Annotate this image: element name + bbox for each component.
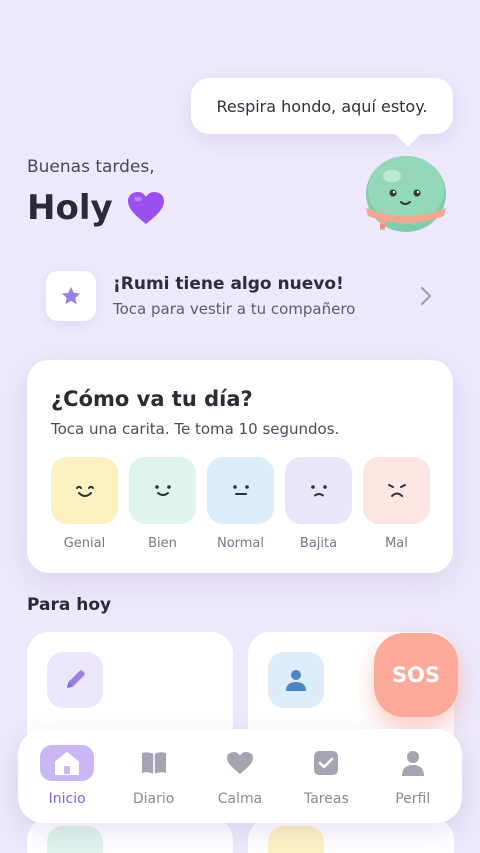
nav-item-perfil[interactable]: Perfil bbox=[373, 745, 453, 807]
nav-item-diario[interactable]: Diario bbox=[114, 745, 194, 807]
mood-label: Genial bbox=[63, 536, 106, 551]
nav-label: Tareas bbox=[303, 791, 349, 807]
checkbox-icon bbox=[299, 745, 353, 781]
home-icon bbox=[40, 745, 95, 781]
mood-label: Normal bbox=[216, 536, 265, 551]
book-icon bbox=[127, 745, 181, 781]
user-name: Holy bbox=[27, 188, 113, 228]
sos-button[interactable]: SOS bbox=[374, 633, 458, 717]
nav-label: Inicio bbox=[48, 791, 86, 807]
neutral-face-icon[interactable] bbox=[207, 457, 274, 524]
nav-item-calma[interactable]: Calma bbox=[200, 745, 280, 807]
mood-option-bien[interactable]: Bien bbox=[129, 457, 196, 551]
greeting-salutation: Buenas tardes, bbox=[27, 157, 155, 177]
slightly-sad-face-icon[interactable] bbox=[285, 457, 352, 524]
mood-option-bajita[interactable]: Bajita bbox=[285, 457, 352, 551]
mood-label: Bien bbox=[148, 536, 177, 551]
nav-label: Diario bbox=[132, 791, 175, 807]
nav-item-inicio[interactable]: Inicio bbox=[27, 745, 107, 807]
purple-heart-icon bbox=[127, 192, 164, 224]
promo-banner[interactable]: ¡Rumi tiene algo nuevo! Toca para vestir… bbox=[30, 262, 450, 330]
today-card-tasks[interactable] bbox=[248, 818, 454, 853]
nav-label: Calma bbox=[217, 791, 263, 807]
heart-icon bbox=[47, 826, 103, 853]
companion-mascot[interactable] bbox=[360, 150, 452, 236]
promo-badge bbox=[46, 271, 96, 321]
star-icon bbox=[61, 286, 81, 305]
smile-face-icon[interactable] bbox=[129, 457, 196, 524]
mood-option-mal[interactable]: Mal bbox=[363, 457, 430, 551]
mood-option-genial[interactable]: Genial bbox=[51, 457, 118, 551]
nav-item-tareas[interactable]: Tareas bbox=[286, 745, 366, 807]
bottom-navigation: Inicio Diario Calma Tareas Perfil bbox=[18, 729, 462, 823]
today-section-title: Para hoy bbox=[27, 595, 112, 615]
user-name-heading: Holy bbox=[27, 188, 165, 228]
mood-option-normal[interactable]: Normal bbox=[207, 457, 274, 551]
promo-title: ¡Rumi tiene algo nuevo! bbox=[113, 274, 344, 294]
mood-label: Mal bbox=[385, 536, 408, 551]
pencil-icon bbox=[47, 652, 103, 708]
mood-label: Bajita bbox=[299, 536, 338, 551]
chevron-right-icon bbox=[420, 286, 432, 306]
sad-face-icon[interactable] bbox=[363, 457, 430, 524]
mood-question: ¿Cómo va tu día? bbox=[51, 387, 253, 411]
checkbox-icon bbox=[268, 826, 324, 853]
promo-subtitle: Toca para vestir a tu compañero bbox=[113, 300, 356, 318]
nav-label: Perfil bbox=[395, 791, 431, 807]
mood-check-card: ¿Cómo va tu día? Toca una carita. Te tom… bbox=[27, 360, 453, 573]
mood-hint: Toca una carita. Te toma 10 segundos. bbox=[51, 420, 340, 438]
big-smile-face-icon[interactable] bbox=[51, 457, 118, 524]
companion-speech-bubble: Respira hondo, aquí estoy. bbox=[191, 78, 453, 134]
today-card-calm[interactable] bbox=[27, 818, 233, 853]
companion-speech-text: Respira hondo, aquí estoy. bbox=[216, 96, 428, 116]
person-icon bbox=[268, 652, 324, 708]
person-icon bbox=[386, 745, 440, 781]
heart-icon bbox=[213, 745, 267, 781]
